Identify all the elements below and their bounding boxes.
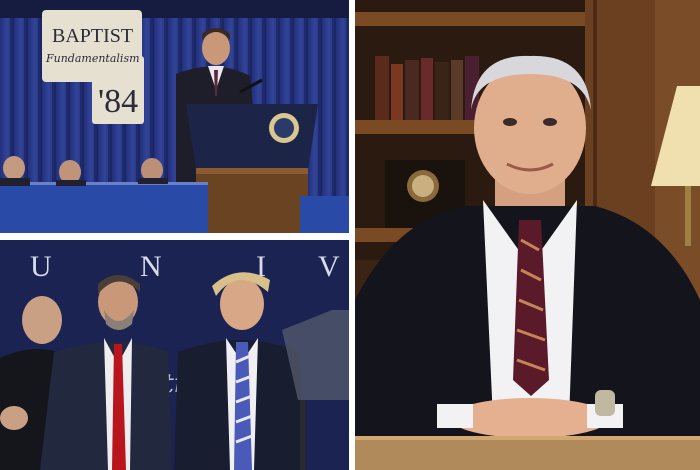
- photo-panel-right: [355, 0, 700, 470]
- podium-scene: BAPTIST Fundamentalism '84: [0, 0, 349, 233]
- backdrop-letter-4: V: [318, 250, 340, 283]
- sign-line-2: Fundamentalism: [45, 52, 140, 65]
- desk: [355, 436, 700, 470]
- backdrop-letter-1: U: [30, 250, 52, 283]
- wristwatch: [595, 390, 615, 416]
- portrait-scene: [355, 0, 700, 470]
- photo-panel-bottom-left: U N I V ati: [0, 240, 349, 470]
- backdrop-letter-2: N: [140, 250, 162, 283]
- folded-hands: [450, 398, 610, 438]
- stage-scene: U N I V ati: [0, 240, 349, 470]
- sign-line-1: BAPTIST: [52, 25, 133, 47]
- sign-line-3: '84: [98, 83, 138, 120]
- photo-panel-top-left: BAPTIST Fundamentalism '84: [0, 0, 349, 233]
